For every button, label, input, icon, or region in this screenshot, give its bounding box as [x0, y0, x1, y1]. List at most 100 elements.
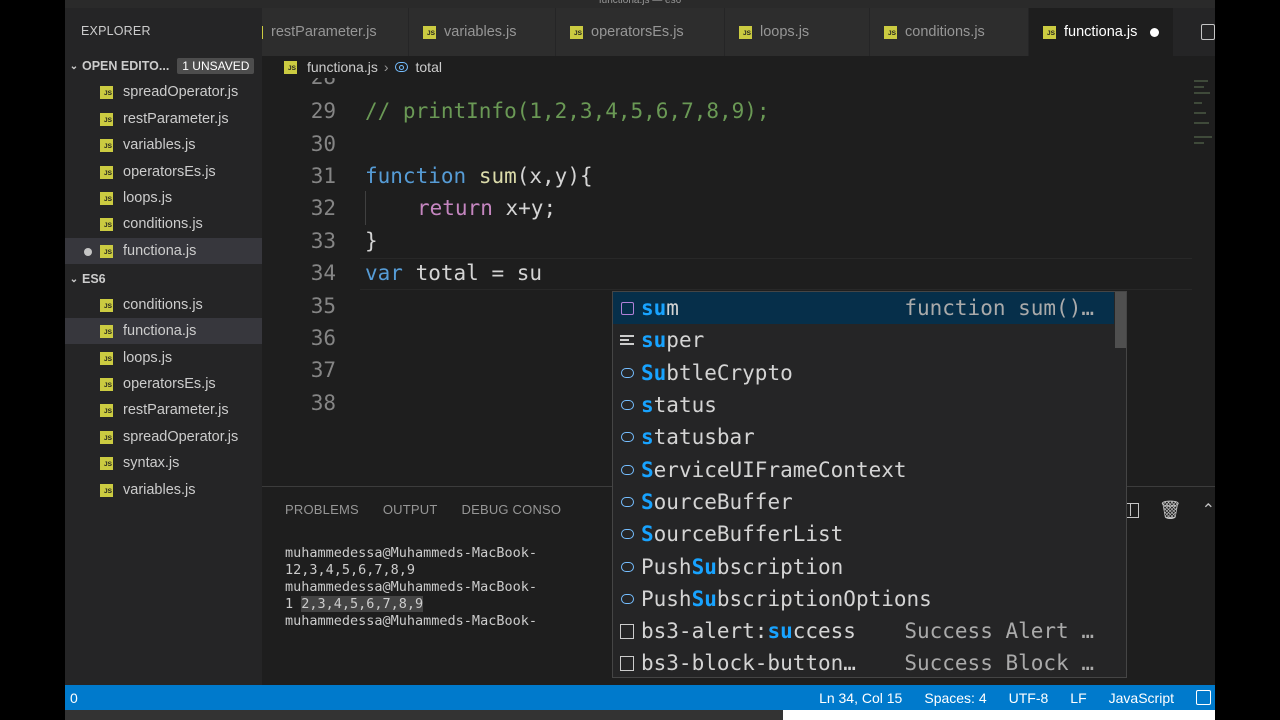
screen-right-border: [1215, 0, 1280, 720]
folder-label: ES6: [82, 272, 106, 286]
status-eol[interactable]: LF: [1070, 690, 1086, 706]
snippet-icon: [613, 623, 641, 639]
folder-file-item[interactable]: JS variables.js: [65, 477, 262, 503]
suggestion-item[interactable]: ServiceUIFrameContext: [613, 454, 1114, 486]
open-editor-item[interactable]: JS loops.js: [65, 185, 262, 211]
folder-file-item[interactable]: JS syntax.js: [65, 450, 262, 476]
unsaved-dot-icon: [1150, 28, 1159, 37]
folder-file-item[interactable]: JS loops.js: [65, 345, 262, 371]
suggestion-item[interactable]: sum function sum()…: [613, 292, 1114, 325]
trash-icon[interactable]: 🗑: [1159, 500, 1182, 521]
open-editor-item-active[interactable]: JS functiona.js: [65, 238, 262, 264]
suggestion-detail: function sum()…: [904, 296, 1094, 321]
js-file-icon: JS: [100, 85, 113, 99]
suggestion-item[interactable]: bs3-block-button… Success Block …: [613, 647, 1114, 677]
breadcrumb-symbol[interactable]: total: [416, 59, 442, 75]
suggestion-label: PushSubscription: [641, 554, 844, 579]
vscode-window: functiona.js — es6 EXPLORER ⌄ OPEN EDITO…: [65, 0, 1215, 720]
js-file-icon: JS: [739, 25, 752, 39]
terminal-output[interactable]: muhammedessa@Muhammeds-MacBook- 12,3,4,5,…: [285, 545, 537, 630]
tab-problems[interactable]: PROBLEMS: [285, 502, 359, 517]
variable-icon: [613, 432, 641, 443]
js-file-icon: JS: [100, 217, 113, 231]
unsaved-badge: 1 UNSAVED: [177, 58, 255, 74]
folder-section-es6[interactable]: ⌄ ES6: [65, 267, 262, 291]
suggestion-item[interactable]: SourceBuffer: [613, 486, 1114, 518]
folder-file-item[interactable]: JS spreadOperator.js: [65, 424, 262, 450]
minimap[interactable]: [1192, 78, 1215, 486]
suggestion-item[interactable]: statusbar: [613, 421, 1114, 453]
line-number: 31: [310, 164, 336, 188]
panel-tabs: PROBLEMS OUTPUT DEBUG CONSO: [285, 502, 561, 517]
tab-loops[interactable]: JS loops.js: [725, 8, 870, 56]
feedback-icon[interactable]: [1196, 690, 1211, 705]
open-editor-item[interactable]: JS spreadOperator.js: [65, 79, 262, 105]
autocomplete-popup: sum function sum()… super SubtleCrypto statu…: [612, 291, 1127, 678]
status-errors[interactable]: 0: [70, 690, 78, 706]
suggestion-label: statusbar: [641, 425, 755, 450]
folder-file-item[interactable]: JS restParameter.js: [65, 397, 262, 423]
chevron-down-icon: ⌄: [69, 273, 79, 285]
window-title: functiona.js — es6: [65, 0, 1215, 8]
editor-tabs: JSrestParameter.js JSvariables.js JSoper…: [262, 8, 1215, 56]
open-editor-item[interactable]: JS operatorsEs.js: [65, 159, 262, 185]
chevron-down-icon: ⌄: [69, 60, 79, 72]
status-position[interactable]: Ln 34, Col 15: [819, 690, 902, 706]
variable-icon: [613, 496, 641, 507]
unsaved-dot-icon: [84, 248, 92, 256]
minimap-line: [1194, 142, 1204, 144]
suggestion-item[interactable]: SourceBufferList: [613, 518, 1114, 550]
suggestion-item[interactable]: PushSubscriptionOptions: [613, 583, 1114, 615]
suggestion-detail: Success Block …: [904, 651, 1094, 676]
tab-debug-console[interactable]: DEBUG CONSO: [462, 502, 562, 517]
minimap-line: [1194, 86, 1204, 88]
folder-file-item-selected[interactable]: JS functiona.js: [65, 318, 262, 344]
suggestion-label: SubtleCrypto: [641, 360, 793, 385]
suggestion-item[interactable]: PushSubscription: [613, 550, 1114, 582]
status-encoding[interactable]: UTF-8: [1009, 690, 1049, 706]
tab-functiona-active[interactable]: JS functiona.js: [1029, 8, 1174, 56]
js-file-icon: JS: [100, 324, 113, 338]
split-editor-icon[interactable]: [1201, 24, 1215, 40]
open-editor-item[interactable]: JS conditions.js: [65, 211, 262, 237]
variable-icon: [613, 400, 641, 411]
line-number: 32: [310, 196, 336, 220]
code-line-33: }: [365, 229, 378, 253]
line-number: 33: [310, 229, 336, 253]
method-icon: [613, 301, 641, 315]
status-language[interactable]: JavaScript: [1109, 690, 1174, 706]
suggestion-item[interactable]: bs3-alert:success Success Alert …: [613, 615, 1114, 647]
js-file-icon: JS: [1043, 25, 1056, 39]
scrollbar[interactable]: [1115, 292, 1126, 348]
line-number: 28: [262, 78, 336, 89]
folder-file-item[interactable]: JS conditions.js: [65, 292, 262, 318]
tab-operatorses[interactable]: JS operatorsEs.js: [556, 8, 725, 56]
keyword-icon: [613, 335, 641, 346]
open-editor-item[interactable]: JS variables.js: [65, 132, 262, 158]
line-number: 36: [310, 326, 336, 350]
suggestion-label: ServiceUIFrameContext: [641, 457, 907, 482]
js-file-icon: JS: [284, 60, 297, 74]
suggestion-item[interactable]: SubtleCrypto: [613, 357, 1114, 389]
line-number: 30: [310, 132, 336, 156]
suggestion-item[interactable]: status: [613, 389, 1114, 421]
status-indent[interactable]: Spaces: 4: [924, 690, 986, 706]
js-file-icon: JS: [570, 25, 583, 39]
js-file-icon: JS: [262, 25, 263, 39]
minimap-line: [1194, 80, 1208, 82]
js-file-icon: JS: [100, 165, 113, 179]
tab-variables[interactable]: JS variables.js: [409, 8, 556, 56]
suggestion-item[interactable]: super: [613, 324, 1114, 356]
suggestion-label: bs3-alert:success: [641, 619, 856, 644]
minimap-line: [1194, 112, 1206, 114]
line-number: 29: [310, 99, 336, 123]
folder-file-item[interactable]: JS operatorsEs.js: [65, 371, 262, 397]
chevron-up-icon[interactable]: ⌃: [1202, 500, 1215, 520]
js-file-icon: JS: [100, 244, 113, 258]
tab-conditions[interactable]: JS conditions.js: [870, 8, 1029, 56]
tab-restparameter[interactable]: JSrestParameter.js: [262, 8, 409, 56]
tab-output[interactable]: OUTPUT: [383, 502, 438, 517]
open-editor-item[interactable]: JS restParameter.js: [65, 106, 262, 132]
open-editors-section[interactable]: ⌄ OPEN EDITO... 1 UNSAVED: [65, 54, 262, 78]
breadcrumb-file[interactable]: functiona.js: [307, 59, 378, 75]
